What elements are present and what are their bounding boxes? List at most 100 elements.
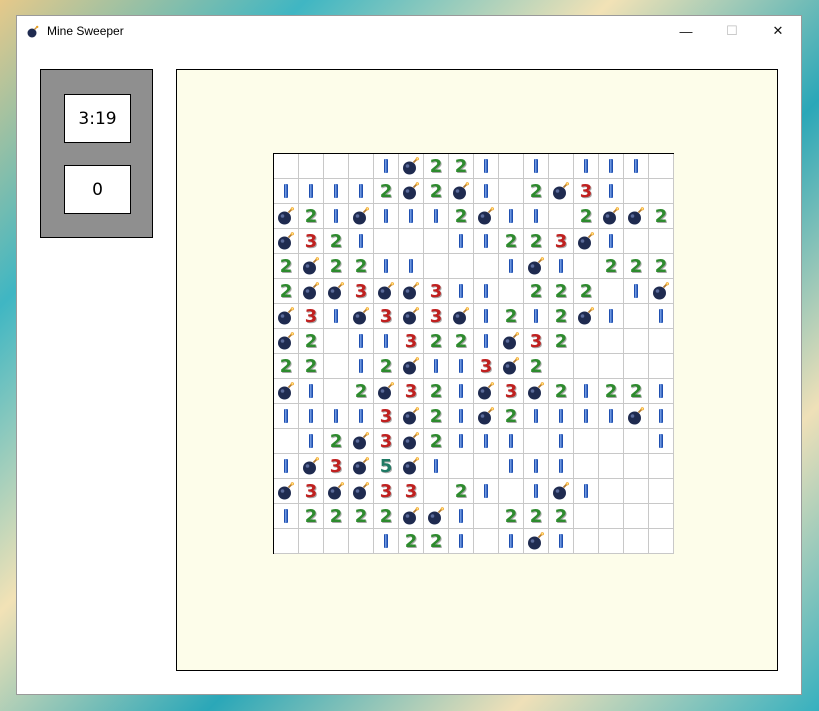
number-cell[interactable] (574, 479, 599, 504)
number-cell[interactable] (424, 354, 449, 379)
number-cell[interactable] (349, 179, 374, 204)
number-cell[interactable] (574, 379, 599, 404)
number-cell[interactable]: 2 (324, 254, 349, 279)
number-cell[interactable] (549, 454, 574, 479)
number-cell[interactable]: 2 (299, 504, 324, 529)
mine-cell[interactable] (274, 379, 299, 404)
number-cell[interactable]: 3 (399, 379, 424, 404)
number-cell[interactable]: 2 (449, 204, 474, 229)
empty-cell[interactable] (474, 504, 499, 529)
empty-cell[interactable] (649, 529, 674, 554)
number-cell[interactable]: 2 (299, 329, 324, 354)
empty-cell[interactable] (599, 529, 624, 554)
mine-cell[interactable] (399, 429, 424, 454)
number-cell[interactable] (374, 329, 399, 354)
number-cell[interactable]: 2 (499, 504, 524, 529)
number-cell[interactable] (474, 279, 499, 304)
number-cell[interactable] (349, 229, 374, 254)
mine-cell[interactable] (374, 379, 399, 404)
number-cell[interactable]: 2 (374, 354, 399, 379)
number-cell[interactable] (424, 454, 449, 479)
number-cell[interactable]: 2 (524, 504, 549, 529)
number-cell[interactable]: 3 (299, 304, 324, 329)
number-cell[interactable] (574, 154, 599, 179)
empty-cell[interactable] (299, 154, 324, 179)
number-cell[interactable]: 2 (549, 279, 574, 304)
empty-cell[interactable] (599, 479, 624, 504)
number-cell[interactable]: 2 (274, 254, 299, 279)
number-cell[interactable] (524, 304, 549, 329)
number-cell[interactable] (549, 404, 574, 429)
number-cell[interactable] (374, 154, 399, 179)
mine-cell[interactable] (549, 479, 574, 504)
number-cell[interactable]: 3 (299, 479, 324, 504)
mine-cell[interactable] (299, 279, 324, 304)
number-cell[interactable] (324, 304, 349, 329)
number-cell[interactable]: 2 (424, 404, 449, 429)
empty-cell[interactable] (549, 204, 574, 229)
empty-cell[interactable] (499, 179, 524, 204)
number-cell[interactable] (374, 254, 399, 279)
number-cell[interactable]: 2 (549, 379, 574, 404)
number-cell[interactable] (299, 429, 324, 454)
mine-cell[interactable] (624, 204, 649, 229)
empty-cell[interactable] (649, 229, 674, 254)
empty-cell[interactable] (349, 154, 374, 179)
empty-cell[interactable] (624, 354, 649, 379)
number-cell[interactable] (399, 254, 424, 279)
empty-cell[interactable] (599, 504, 624, 529)
mine-cell[interactable] (299, 254, 324, 279)
number-cell[interactable]: 2 (599, 254, 624, 279)
number-cell[interactable] (324, 204, 349, 229)
empty-cell[interactable] (499, 154, 524, 179)
empty-cell[interactable] (424, 479, 449, 504)
number-cell[interactable]: 2 (299, 354, 324, 379)
number-cell[interactable] (499, 454, 524, 479)
number-cell[interactable] (449, 529, 474, 554)
number-cell[interactable]: 2 (649, 254, 674, 279)
number-cell[interactable]: 3 (374, 304, 399, 329)
number-cell[interactable] (474, 229, 499, 254)
mine-cell[interactable] (274, 204, 299, 229)
number-cell[interactable] (499, 429, 524, 454)
number-cell[interactable]: 2 (424, 329, 449, 354)
empty-cell[interactable] (649, 504, 674, 529)
number-cell[interactable] (599, 179, 624, 204)
number-cell[interactable] (299, 404, 324, 429)
empty-cell[interactable] (474, 529, 499, 554)
number-cell[interactable] (449, 504, 474, 529)
number-cell[interactable] (299, 379, 324, 404)
empty-cell[interactable] (624, 429, 649, 454)
mine-cell[interactable] (499, 354, 524, 379)
empty-cell[interactable] (599, 354, 624, 379)
maximize-button[interactable]: ☐ (709, 16, 755, 46)
empty-cell[interactable] (574, 354, 599, 379)
number-cell[interactable]: 2 (499, 404, 524, 429)
number-cell[interactable] (524, 404, 549, 429)
number-cell[interactable] (599, 154, 624, 179)
number-cell[interactable]: 3 (374, 404, 399, 429)
mine-cell[interactable] (549, 179, 574, 204)
number-cell[interactable]: 3 (549, 229, 574, 254)
number-cell[interactable] (549, 254, 574, 279)
mine-cell[interactable] (524, 379, 549, 404)
number-cell[interactable] (349, 354, 374, 379)
number-cell[interactable] (449, 404, 474, 429)
mine-cell[interactable] (574, 229, 599, 254)
mine-cell[interactable] (274, 479, 299, 504)
empty-cell[interactable] (649, 454, 674, 479)
mine-cell[interactable] (424, 504, 449, 529)
number-cell[interactable] (524, 154, 549, 179)
empty-cell[interactable] (324, 329, 349, 354)
empty-cell[interactable] (449, 454, 474, 479)
mine-cell[interactable] (499, 329, 524, 354)
number-cell[interactable] (374, 204, 399, 229)
number-cell[interactable] (624, 154, 649, 179)
minefield-grid[interactable]: 2222232222322232222222332223332223223222… (273, 153, 674, 554)
number-cell[interactable]: 2 (399, 529, 424, 554)
number-cell[interactable]: 3 (324, 454, 349, 479)
number-cell[interactable] (649, 404, 674, 429)
number-cell[interactable] (599, 229, 624, 254)
empty-cell[interactable] (649, 354, 674, 379)
mine-cell[interactable] (274, 229, 299, 254)
